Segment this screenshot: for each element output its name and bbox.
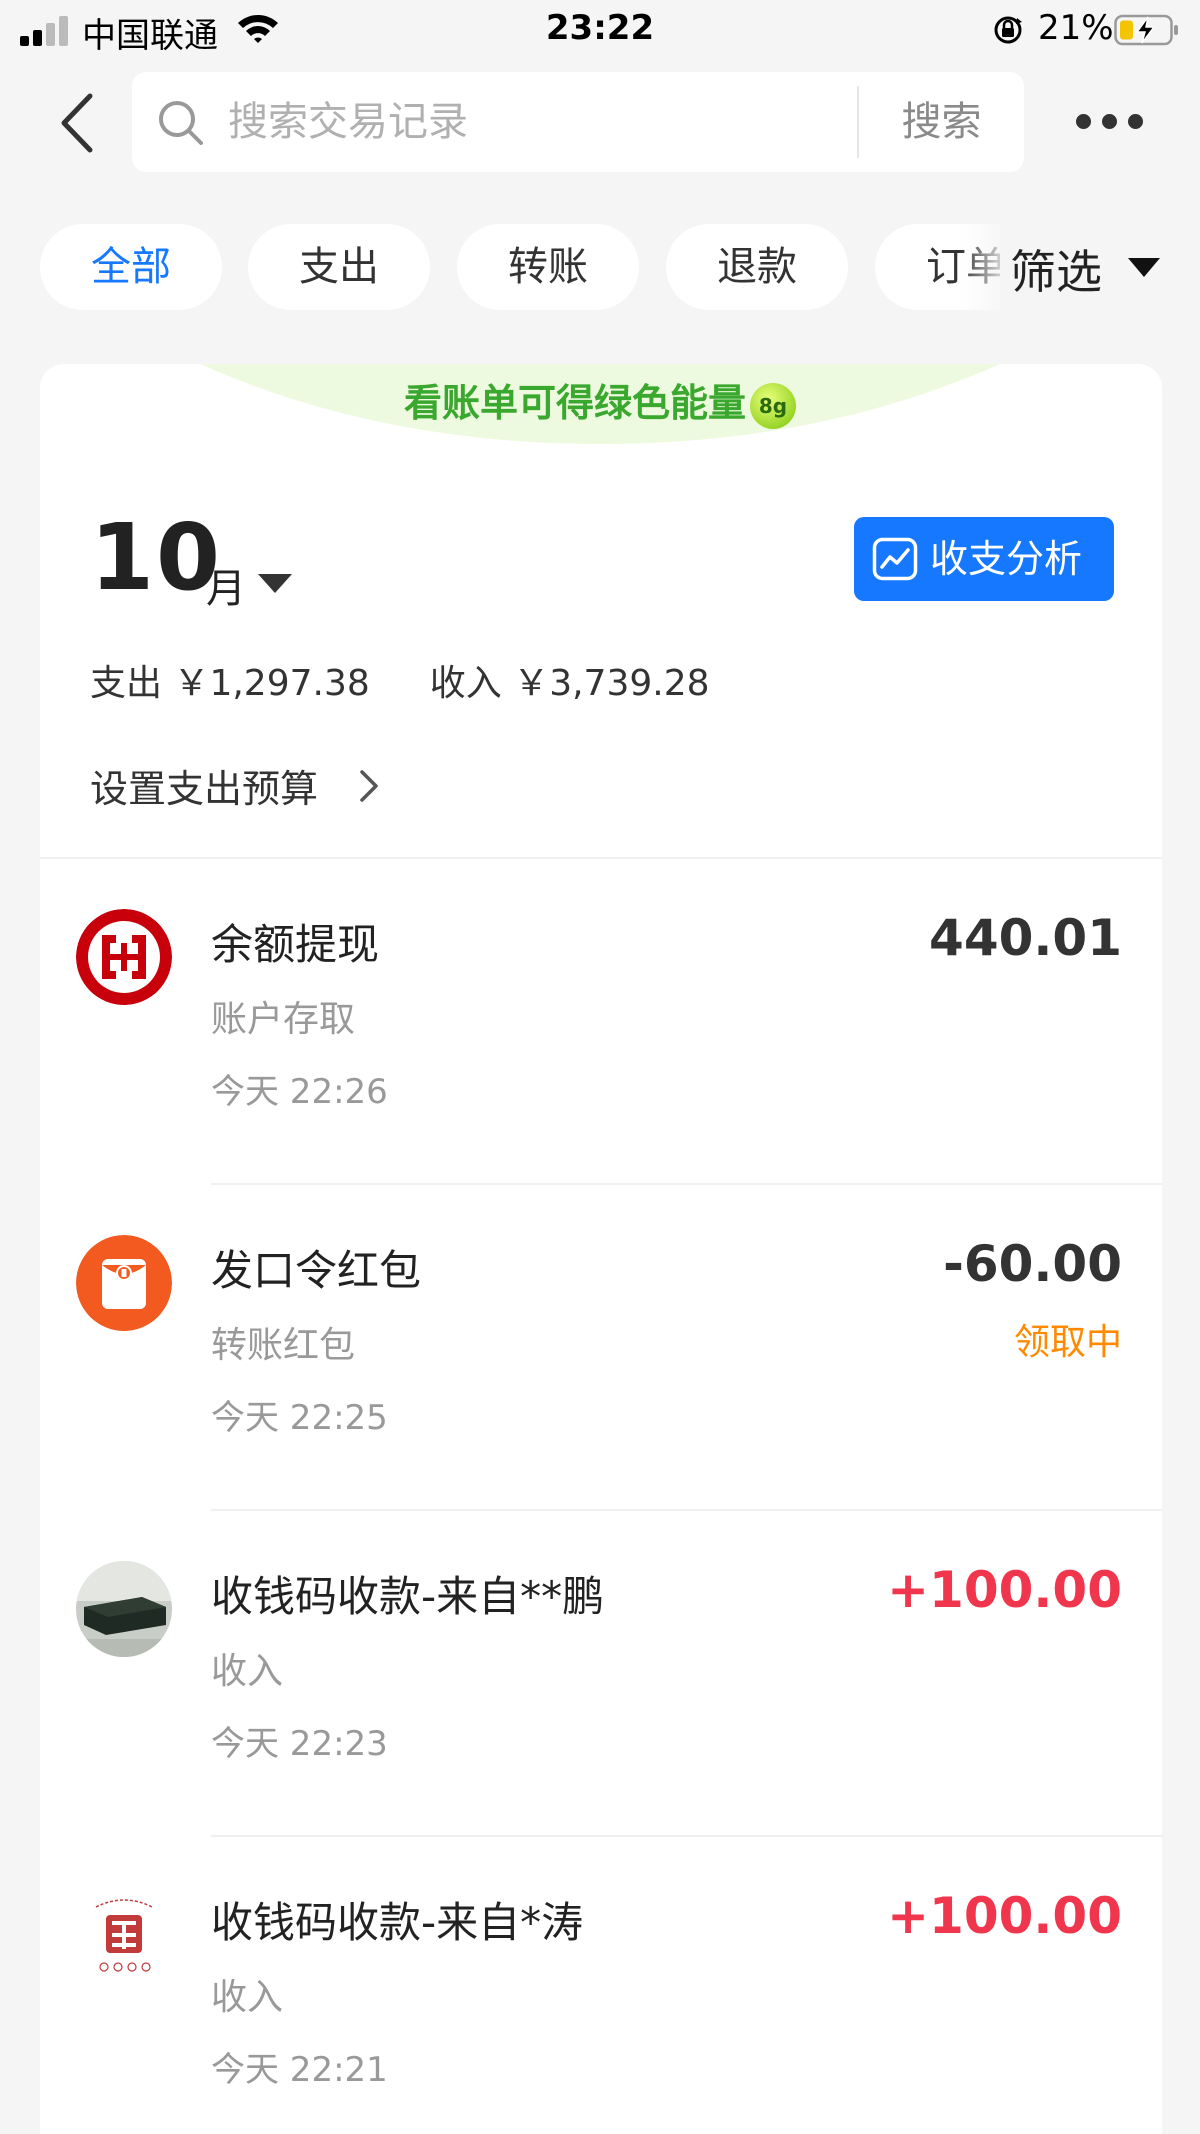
transaction-row[interactable]: 收钱码收款-来自*涛 收入 今天 22:21 +100.00 bbox=[40, 1837, 1162, 2134]
more-options-icon[interactable] bbox=[1074, 110, 1144, 134]
transaction-title: 收钱码收款-来自**鹏 bbox=[211, 1572, 605, 1621]
analysis-label: 收支分析 bbox=[930, 537, 1083, 581]
transaction-category: 收入 bbox=[211, 1651, 284, 1692]
transaction-time: 今天 22:26 bbox=[211, 1072, 388, 1112]
transaction-time: 今天 22:23 bbox=[211, 1724, 388, 1764]
user-avatar-photo bbox=[76, 1561, 172, 1657]
transaction-amount: 440.01 bbox=[929, 909, 1122, 967]
income-total: 收入 ￥3,739.28 bbox=[429, 663, 710, 704]
transaction-row[interactable]: 余额提现 账户存取 今天 22:26 440.01 bbox=[40, 859, 1162, 1185]
trend-chart-icon bbox=[872, 537, 918, 581]
filter-button[interactable]: 筛选 bbox=[1000, 222, 1200, 312]
transaction-category: 收入 bbox=[211, 1977, 284, 2018]
caret-down-icon bbox=[1128, 258, 1160, 277]
expense-total: 支出 ￥1,297.38 bbox=[90, 663, 370, 704]
transaction-time: 今天 22:25 bbox=[211, 1398, 388, 1438]
banner-text: 看账单可得绿色能量 bbox=[403, 381, 746, 425]
chip-refund[interactable]: 退款 bbox=[666, 224, 848, 310]
chevron-right-icon[interactable] bbox=[358, 768, 380, 804]
transaction-time: 今天 22:21 bbox=[211, 2050, 388, 2090]
search-icon bbox=[159, 101, 203, 145]
set-budget-link[interactable]: 设置支出预算 bbox=[90, 758, 318, 813]
transaction-amount: +100.00 bbox=[887, 1887, 1122, 1945]
green-energy-banner[interactable]: 看账单可得绿色能量 8g bbox=[200, 364, 1000, 444]
income-expense-analysis-button[interactable]: 收支分析 bbox=[854, 517, 1114, 601]
energy-badge-icon: 8g bbox=[750, 382, 796, 429]
transaction-title: 发口令红包 bbox=[211, 1246, 422, 1295]
search-bar: 搜索 bbox=[132, 72, 1024, 172]
icbc-bank-logo-icon bbox=[76, 909, 172, 1005]
chip-transfer[interactable]: 转账 bbox=[457, 224, 639, 310]
rotation-lock-icon bbox=[994, 16, 1022, 44]
transaction-row[interactable]: 发口令红包 转账红包 今天 22:25 -60.00 领取中 bbox=[40, 1185, 1162, 1511]
bill-card: 看账单可得绿色能量 8g 10 月 收支分析 支出 ￥1,297.38 收入 ￥3,… bbox=[40, 364, 1162, 2134]
red-packet-icon bbox=[76, 1235, 172, 1331]
chip-all[interactable]: 全部 bbox=[40, 224, 222, 310]
transaction-status: 领取中 bbox=[1013, 1322, 1122, 1363]
transaction-amount: -60.00 bbox=[943, 1235, 1122, 1293]
transaction-category: 账户存取 bbox=[211, 999, 356, 1040]
back-arrow-icon[interactable] bbox=[52, 88, 102, 158]
month-unit[interactable]: 月 bbox=[206, 556, 246, 614]
month-caret-down-icon[interactable] bbox=[258, 572, 292, 594]
search-button[interactable]: 搜索 bbox=[859, 72, 1024, 172]
search-input[interactable] bbox=[228, 72, 928, 172]
fa-character-avatar bbox=[76, 1887, 172, 1983]
transaction-title: 收钱码收款-来自*涛 bbox=[211, 1898, 584, 1947]
transaction-amount: +100.00 bbox=[887, 1561, 1122, 1619]
transaction-category: 转账红包 bbox=[211, 1325, 356, 1366]
battery-charging-icon bbox=[1114, 14, 1178, 46]
transaction-title: 余额提现 bbox=[211, 920, 380, 969]
filter-chip-row: 全部 支出 转账 退款 订单 筛选 bbox=[0, 222, 1200, 312]
status-bar: 中国联通 23:22 21% bbox=[0, 0, 1200, 60]
monthly-summary: 支出 ￥1,297.38 收入 ￥3,739.28 bbox=[90, 654, 710, 706]
filter-label: 筛选 bbox=[1010, 245, 1102, 299]
month-number[interactable]: 10 bbox=[90, 504, 222, 611]
battery-percent: 21% bbox=[1038, 8, 1114, 48]
chip-expense[interactable]: 支出 bbox=[248, 224, 430, 310]
banner-text-row: 看账单可得绿色能量 8g bbox=[200, 372, 1000, 429]
transaction-row[interactable]: 收钱码收款-来自**鹏 收入 今天 22:23 +100.00 bbox=[40, 1511, 1162, 1837]
